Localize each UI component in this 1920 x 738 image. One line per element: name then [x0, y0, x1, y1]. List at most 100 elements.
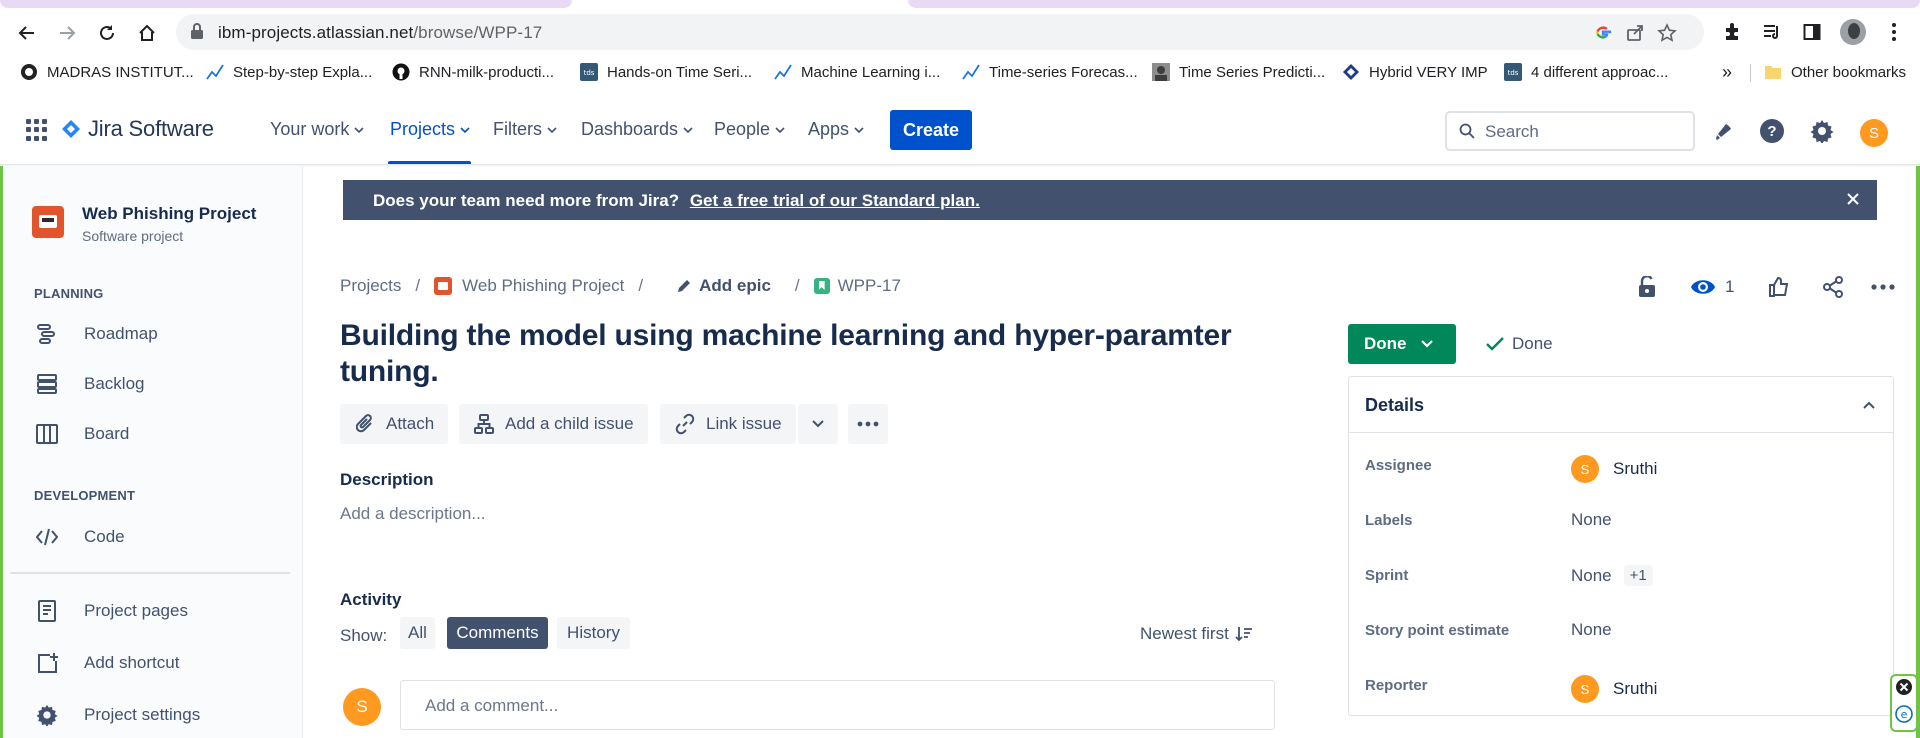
breadcrumb-project[interactable]: Web Phishing Project — [462, 276, 624, 296]
bookmark-star-icon[interactable] — [1656, 22, 1678, 44]
detail-row-story-points: Story point estimate None — [1365, 620, 1612, 640]
user-avatar[interactable]: S — [1860, 119, 1888, 147]
reload-icon[interactable] — [92, 18, 122, 48]
link-issue-dropdown[interactable] — [798, 404, 838, 444]
extensions-icon[interactable] — [1718, 18, 1746, 46]
labels-field[interactable]: None — [1571, 510, 1612, 530]
details-header[interactable]: Details — [1349, 377, 1893, 433]
detail-row-labels: Labels None — [1365, 510, 1612, 530]
app-switcher-icon[interactable] — [26, 119, 48, 141]
more-issue-actions-button[interactable] — [848, 404, 888, 444]
more-dots-icon — [857, 421, 879, 427]
filter-comments-button[interactable]: Comments — [447, 617, 548, 649]
search-input[interactable]: Search — [1445, 111, 1695, 151]
browser-profile-avatar[interactable] — [1840, 19, 1866, 45]
issue-title[interactable]: Building the model using machine learnin… — [340, 318, 1240, 390]
extension-e-icon[interactable]: e — [1895, 705, 1913, 728]
tds-icon: tds — [1504, 63, 1522, 81]
create-button[interactable]: Create — [890, 110, 972, 150]
github-icon — [392, 63, 410, 81]
media-control-icon[interactable] — [1758, 18, 1786, 46]
bookmark-item[interactable]: Hybrid VERY IMP — [1342, 61, 1488, 83]
reporter-field[interactable]: S Sruthi — [1571, 675, 1657, 703]
project-header[interactable]: Web Phishing Project Software project — [32, 204, 256, 244]
chevron-up-icon[interactable] — [1859, 395, 1879, 415]
notifications-icon[interactable] — [1710, 117, 1738, 145]
banner-trial-link[interactable]: Get a free trial of our Standard plan. — [690, 191, 980, 210]
nav-projects[interactable]: Projects — [390, 119, 470, 140]
diamond-logo-icon — [1342, 63, 1360, 81]
attach-button[interactable]: Attach — [340, 404, 449, 444]
home-icon[interactable] — [132, 18, 162, 48]
sidebar-item-code[interactable]: Code — [34, 518, 284, 556]
browser-tab-left[interactable] — [0, 0, 572, 8]
bookmark-item[interactable]: tds Hands-on Time Seri... — [580, 61, 752, 83]
sidebar-item-board[interactable]: Board — [34, 415, 284, 453]
jira-logo[interactable]: Jira Software — [62, 116, 214, 142]
nav-apps[interactable]: Apps — [808, 119, 864, 140]
bookmark-item[interactable]: Time Series Predicti... — [1152, 61, 1325, 83]
sidebar-item-project-settings[interactable]: Project settings — [34, 696, 284, 734]
bookmark-item[interactable]: RNN-milk-producti... — [392, 61, 554, 83]
development-heading: DEVELOPMENT — [34, 488, 136, 503]
nav-filters[interactable]: Filters — [493, 119, 557, 140]
more-actions-icon[interactable] — [1868, 272, 1898, 302]
sort-newest-first-button[interactable]: Newest first — [1140, 624, 1253, 644]
bookmarks-bar: MADRAS INSTITUT... Step-by-step Expla...… — [0, 56, 1920, 88]
bookmark-item[interactable]: tds 4 different approac... — [1504, 61, 1668, 83]
address-bar[interactable]: ibm-projects.atlassian.net/browse/WPP-17 — [176, 14, 1704, 50]
nav-dashboards[interactable]: Dashboards — [581, 119, 693, 140]
breadcrumb-issue-key[interactable]: WPP-17 — [838, 276, 901, 296]
svg-text:?: ? — [1767, 123, 1776, 140]
backlog-icon — [34, 371, 60, 397]
sidebar-item-backlog[interactable]: Backlog — [34, 365, 284, 403]
help-icon[interactable]: ? — [1758, 117, 1786, 145]
add-child-issue-button[interactable]: Add a child issue — [459, 404, 648, 444]
nav-your-work[interactable]: Your work — [270, 119, 364, 140]
project-sidebar: Web Phishing Project Software project PL… — [0, 166, 303, 738]
add-epic-button[interactable]: Add epic — [677, 276, 771, 296]
browser-tab-right[interactable] — [908, 0, 1920, 8]
sidebar-item-add-shortcut[interactable]: Add shortcut — [34, 644, 284, 682]
forward-icon[interactable] — [52, 18, 82, 48]
thumbs-up-icon[interactable] — [1764, 272, 1794, 302]
bookmark-item[interactable]: Time-series Forecas... — [962, 61, 1138, 83]
share-page-icon[interactable] — [1624, 22, 1646, 44]
link-issue-button[interactable]: Link issue — [660, 404, 796, 444]
bookmark-item[interactable]: MADRAS INSTITUT... — [20, 61, 194, 83]
sidebar-item-project-pages[interactable]: Project pages — [34, 592, 284, 630]
more-bookmarks-button[interactable]: » — [1722, 61, 1732, 83]
assignee-field[interactable]: S Sruthi — [1571, 455, 1657, 483]
settings-gear-icon[interactable] — [1808, 117, 1836, 145]
lock-icon[interactable] — [190, 23, 204, 44]
browser-menu-icon[interactable] — [1880, 18, 1908, 46]
bookmark-item[interactable]: Step-by-step Expla... — [206, 61, 372, 83]
folder-icon — [1764, 63, 1782, 81]
tds-icon: tds — [580, 63, 598, 81]
filter-history-button[interactable]: History — [557, 617, 630, 649]
back-icon[interactable] — [12, 18, 42, 48]
watch-eye-icon[interactable] — [1688, 272, 1718, 302]
other-bookmarks-folder[interactable]: Other bookmarks — [1764, 61, 1906, 83]
close-circle-icon[interactable] — [1895, 678, 1913, 701]
close-icon[interactable] — [1843, 189, 1863, 209]
share-icon[interactable] — [1818, 272, 1848, 302]
sprint-extra-badge[interactable]: +1 — [1623, 565, 1653, 586]
comment-input[interactable]: Add a comment... — [400, 680, 1275, 730]
bookmark-item[interactable]: Machine Learning i... — [774, 61, 940, 83]
search-icon — [1459, 123, 1475, 139]
gear-icon — [34, 702, 60, 728]
floating-extension-widget: e — [1890, 674, 1918, 732]
nav-people[interactable]: People — [714, 119, 785, 140]
sidebar-item-roadmap[interactable]: Roadmap — [34, 315, 284, 353]
svg-text:tds: tds — [584, 69, 595, 77]
status-dropdown-button[interactable]: Done — [1348, 324, 1456, 364]
filter-all-button[interactable]: All — [400, 617, 435, 649]
description-field[interactable]: Add a description... — [340, 504, 486, 524]
google-icon[interactable] — [1592, 22, 1614, 44]
breadcrumb-projects[interactable]: Projects — [340, 276, 401, 296]
story-point-field[interactable]: None — [1571, 620, 1612, 640]
sprint-field[interactable]: None +1 — [1571, 565, 1653, 586]
unlock-icon[interactable] — [1632, 272, 1662, 302]
side-panel-icon[interactable] — [1798, 18, 1826, 46]
